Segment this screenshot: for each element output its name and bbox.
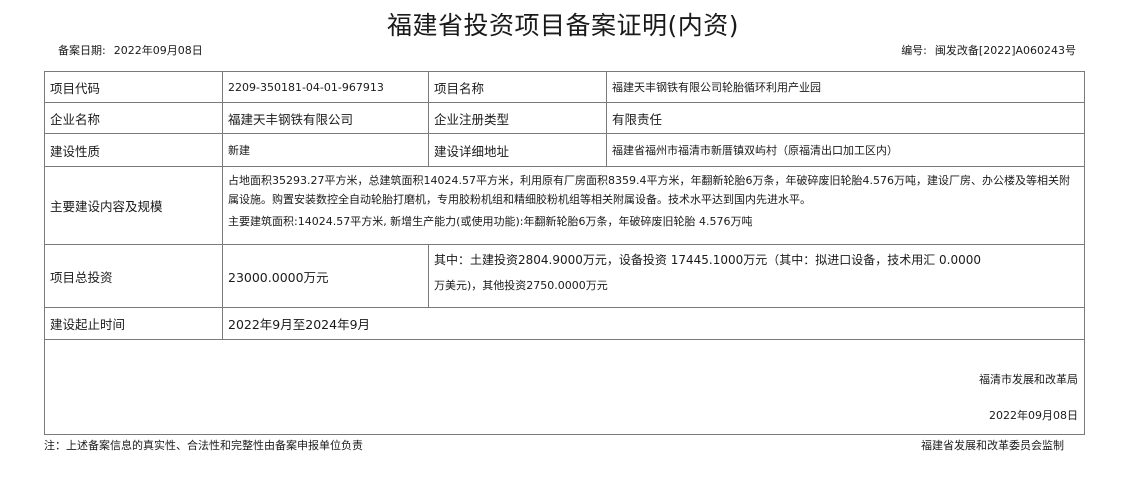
scope-line-3: 主要建筑面积:14024.57平方米, 新增生产能力(或使用功能):年翻新轮胎6… bbox=[228, 215, 753, 228]
address-label: 建设详细地址 bbox=[429, 134, 607, 166]
table-row-investment: 项目总投资 23000.0000万元 其中：土建投资2804.9000万元，设备… bbox=[45, 245, 1084, 308]
issuing-authority: 福清市发展和改革局 bbox=[979, 373, 1078, 386]
table-row-project: 项目代码 2209-350181-04-01-967913 项目名称 福建天丰钢… bbox=[45, 72, 1084, 103]
filing-number-label: 编号: bbox=[901, 44, 927, 57]
company-type-value: 有限责任 bbox=[612, 111, 663, 127]
scope-label: 主要建设内容及规模 bbox=[45, 167, 223, 244]
construction-nature-value: 新建 bbox=[223, 134, 429, 166]
footer-supervise: 福建省发展和改革委员会监制 bbox=[921, 439, 1064, 452]
scope-line-2: 属设施。购置安装数控全自动轮胎打磨机，专用胶粉机组和精细胶粉机组等相关附属设备。… bbox=[228, 193, 811, 206]
period-label: 建设起止时间 bbox=[45, 308, 223, 339]
project-code-value: 2209-350181-04-01-967913 bbox=[223, 72, 429, 102]
scope-value: 占地面积35293.27平方米，总建筑面积14024.57平方米，利用原有厂房面… bbox=[223, 167, 1084, 244]
table-row-construction: 建设性质 新建 建设详细地址 福建省福州市福清市新厝镇双屿村（原福清出口加工区内… bbox=[45, 134, 1084, 167]
project-code-label: 项目代码 bbox=[45, 72, 223, 102]
investment-detail: 其中：土建投资2804.9000万元，设备投资 17445.1000万元（其中：… bbox=[429, 245, 1084, 307]
scope-line-1: 占地面积35293.27平方米，总建筑面积14024.57平方米，利用原有厂房面… bbox=[228, 174, 1070, 187]
construction-nature-label: 建设性质 bbox=[45, 134, 223, 166]
issue-date: 2022年09月08日 bbox=[989, 409, 1078, 422]
company-type-label: 企业注册类型 bbox=[429, 103, 607, 133]
table-row-period: 建设起止时间 2022年9月至2024年9月 bbox=[45, 308, 1084, 340]
company-name-label: 企业名称 bbox=[45, 103, 223, 133]
page-title: 福建省投资项目备案证明(内资) bbox=[386, 11, 739, 40]
address-value: 福建省福州市福清市新厝镇双屿村（原福清出口加工区内） bbox=[612, 144, 898, 157]
project-name-value: 福建天丰钢铁有限公司轮胎循环利用产业园 bbox=[612, 81, 821, 94]
filing-number: 编号: 闽发改备[2022]A060243号 bbox=[901, 43, 1076, 59]
investment-detail-line-2: 万美元)，其他投资2750.0000万元 bbox=[434, 279, 608, 292]
investment-detail-line-1: 其中：土建投资2804.9000万元，设备投资 17445.1000万元（其中：… bbox=[434, 253, 982, 267]
investment-total-value: 23000.0000万元 bbox=[223, 245, 429, 307]
filing-date: 备案日期: 2022年09月08日 bbox=[58, 43, 203, 59]
period-value: 2022年9月至2024年9月 bbox=[228, 317, 371, 332]
project-name-label: 项目名称 bbox=[429, 72, 607, 102]
table-row-company: 企业名称 福建天丰钢铁有限公司 企业注册类型 有限责任 bbox=[45, 103, 1084, 134]
filing-number-value: 闽发改备[2022]A060243号 bbox=[934, 44, 1076, 57]
filing-date-value: 2022年09月08日 bbox=[113, 44, 203, 57]
filing-date-label: 备案日期: bbox=[58, 44, 106, 57]
company-name-value: 福建天丰钢铁有限公司 bbox=[223, 103, 429, 133]
footer-note: 注：上述备案信息的真实性、合法性和完整性由备案申报单位负责 bbox=[44, 439, 363, 452]
filing-table: 项目代码 2209-350181-04-01-967913 项目名称 福建天丰钢… bbox=[44, 71, 1085, 435]
table-row-scope: 主要建设内容及规模 占地面积35293.27平方米，总建筑面积14024.57平… bbox=[45, 167, 1084, 245]
investment-label: 项目总投资 bbox=[45, 245, 223, 307]
